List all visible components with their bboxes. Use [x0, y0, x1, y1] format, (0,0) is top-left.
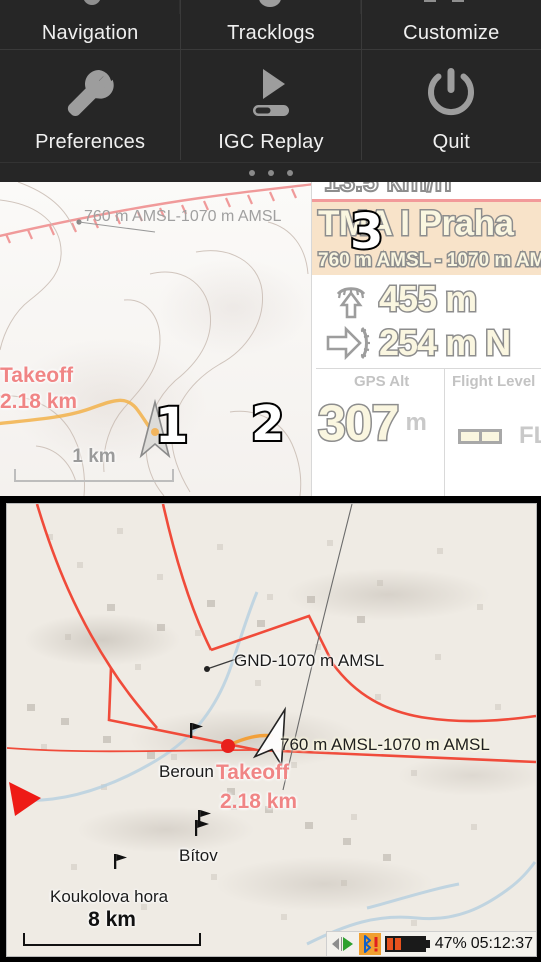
main-menu-overlay: Navigation Tracklogs Customize Preferenc…: [0, 0, 541, 182]
flight-level-label: Flight Level: [452, 373, 536, 390]
wrench-icon: [59, 62, 121, 124]
lower-map-place-beroun: Beroun: [159, 762, 214, 781]
gps-alt-row: 307 m: [316, 394, 427, 453]
menu-item-quit-label: Quit: [432, 131, 471, 153]
gps-alt-value: 307: [316, 394, 400, 453]
page-dot-2[interactable]: [267, 170, 274, 176]
gps-alt-label: GPS Alt: [354, 373, 410, 390]
airspace-vertical-distance: 455 m: [377, 277, 478, 321]
menu-item-preferences[interactable]: Preferences: [0, 50, 180, 160]
instrument-divider: [316, 368, 541, 369]
power-icon: [420, 62, 482, 124]
horizontal-distance-icon: [326, 325, 370, 361]
page-dot-3[interactable]: [286, 170, 293, 176]
instrument-panel: 13.5 km/h TMA I Praha 760 m AMSL - 1070 …: [311, 182, 541, 496]
cut-off-speed-row: 13.5 km/h: [312, 182, 541, 198]
vertical-distance-icon: [336, 287, 366, 319]
flight-level-placeholder: [458, 428, 502, 444]
battery-icon: [384, 935, 431, 953]
lower-map-airspace-label-1: GND-1070 m AMSL: [234, 651, 385, 670]
warning-exclamation-icon: [374, 937, 378, 952]
upper-map-scale: 1 km: [14, 446, 174, 482]
airspace-horizontal-distance: 254 m N: [377, 321, 512, 365]
airspace-warning-band[interactable]: TMA I Praha 760 m AMSL - 1070 m AMSL: [312, 202, 541, 275]
gps-status-icon[interactable]: [331, 935, 355, 953]
annotation-badge-3: 3: [348, 204, 385, 260]
gps-alt-unit: m: [405, 409, 427, 436]
lower-map-place-koukolova: Koukolova hora: [50, 887, 169, 906]
upper-map-takeoff-distance: 2.18 km: [0, 390, 78, 413]
upper-pane: 760 m AMSL-1070 m AMSL Takeoff 2.18 km 1…: [0, 182, 541, 496]
cut-off-icon-row: [0, 0, 541, 14]
lower-pane: GND-1070 m AMSL 760 m AMSL-1070 m AMSL B…: [0, 496, 541, 962]
annotation-badge-2: 2: [249, 396, 286, 452]
lower-map[interactable]: GND-1070 m AMSL 760 m AMSL-1070 m AMSL B…: [6, 503, 537, 957]
lower-map-scale: 8 km: [23, 908, 201, 946]
upper-map[interactable]: 760 m AMSL-1070 m AMSL Takeoff 2.18 km 1…: [0, 182, 311, 496]
annotation-badge-1: 1: [153, 398, 190, 454]
menu-item-navigation-label: Navigation: [41, 22, 139, 44]
clock: 05:12:37: [470, 935, 533, 952]
airspace-name: TMA I Praha: [316, 203, 515, 245]
lower-map-scale-label: 8 km: [88, 908, 136, 931]
status-bar: 47% 05:12:37: [325, 931, 536, 956]
play-replay-icon: [240, 62, 302, 124]
menu-grid: Navigation Tracklogs Customize Preferenc…: [0, 0, 541, 160]
menu-item-quit[interactable]: Quit: [360, 50, 541, 160]
menu-item-customize-label: Customize: [403, 22, 500, 44]
airspace-vertical-row: 455 m: [330, 277, 479, 321]
menu-item-tracklogs-label: Tracklogs: [227, 22, 315, 44]
instrument-divider-vertical: [444, 368, 445, 496]
upper-map-airspace-label: 760 m AMSL-1070 m AMSL: [84, 208, 282, 225]
menu-item-igc-replay[interactable]: IGC Replay: [180, 50, 360, 160]
flight-level-row: FL: [458, 422, 541, 450]
lower-map-airspace-label-2: 760 m AMSL-1070 m AMSL: [280, 735, 490, 754]
bluetooth-status-icon[interactable]: [358, 933, 381, 955]
page-indicator[interactable]: [0, 162, 541, 183]
page-dot-1[interactable]: [248, 170, 255, 176]
menu-item-igc-replay-label: IGC Replay: [218, 131, 324, 153]
upper-map-takeoff-label: Takeoff: [0, 364, 74, 387]
lower-map-place-bitov: Bítov: [179, 846, 218, 865]
airspace-horizontal-row: 254 m N: [326, 321, 513, 365]
menu-item-preferences-label: Preferences: [35, 131, 146, 153]
upper-map-scale-label: 1 km: [72, 446, 116, 467]
cut-off-speed-value: 13.5 km/h: [323, 182, 453, 198]
battery-percentage: 47%: [434, 935, 467, 952]
lower-map-takeoff-label: Takeoff: [216, 761, 290, 784]
flight-level-unit: FL: [519, 422, 541, 449]
lower-map-takeoff-distance: 2.18 km: [220, 790, 298, 813]
